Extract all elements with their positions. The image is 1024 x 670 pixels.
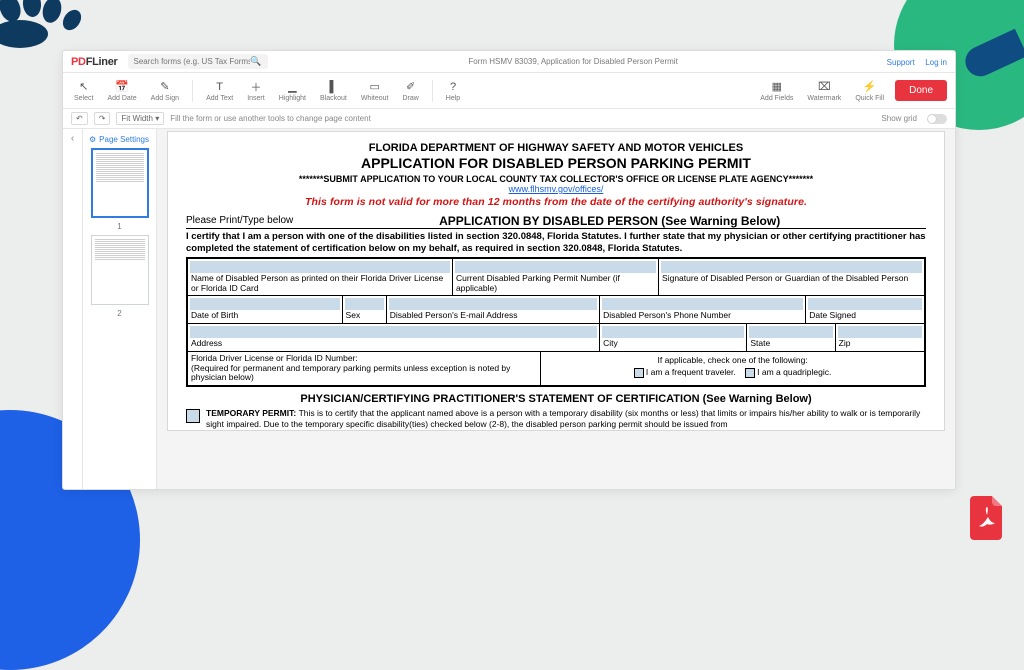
validity-warning: This form is not valid for more than 12 … [186, 196, 926, 208]
thumbnail-number: 1 [87, 222, 152, 231]
checkbox-frequent-traveler[interactable] [634, 368, 644, 378]
tool-watermark[interactable]: ⌧Watermark [804, 80, 844, 102]
tool-add-fields[interactable]: ▦Add Fields [757, 80, 796, 102]
dept-heading: FLORIDA DEPARTMENT OF HIGHWAY SAFETY AND… [186, 142, 926, 154]
check-options-heading: If applicable, check one of the followin… [545, 355, 920, 365]
form-title: APPLICATION FOR DISABLED PERSON PARKING … [186, 155, 926, 171]
section-header-row: Please Print/Type below APPLICATION BY D… [186, 214, 926, 229]
pdf-logo-icon [970, 496, 1004, 540]
tool-add-sign[interactable]: ✎Add Sign [148, 80, 182, 102]
thumbnail-page-2[interactable] [91, 235, 149, 305]
tool-help[interactable]: ?Help [443, 80, 463, 102]
physician-section-heading: PHYSICIAN/CERTIFYING PRACTITIONER'S STAT… [186, 393, 926, 405]
body: ‹ ⚙ Page Settings 1 2 FLORIDA DEPARTMENT… [63, 129, 955, 489]
cursor-icon: ↖ [77, 80, 91, 94]
tool-draw[interactable]: ✐Draw [399, 80, 421, 102]
tool-whiteout[interactable]: ▭Whiteout [358, 80, 392, 102]
separator [432, 80, 433, 102]
signature-icon: ✎ [158, 80, 172, 94]
opt1-label: I am a frequent traveler. [646, 367, 736, 377]
section1-title: APPLICATION BY DISABLED PERSON (See Warn… [293, 214, 926, 228]
show-grid-toggle[interactable] [927, 114, 947, 124]
thumbnail-number: 2 [87, 309, 152, 318]
field-dob[interactable] [190, 298, 340, 310]
done-button[interactable]: Done [895, 80, 947, 101]
tool-add-text[interactable]: TAdd Text [203, 80, 236, 102]
blackout-icon: ▌ [326, 80, 340, 94]
thumbnail-panel: ⚙ Page Settings 1 2 [83, 129, 157, 489]
search-icon: 🔍 [250, 56, 261, 67]
calendar-icon: 📅 [115, 80, 129, 94]
plus-icon: ＋ [249, 80, 263, 94]
subbar-hint: Fill the form or use another tools to ch… [170, 114, 371, 123]
offices-link[interactable]: www.flhsmv.gov/offices/ [186, 184, 926, 194]
document-viewport[interactable]: FLORIDA DEPARTMENT OF HIGHWAY SAFETY AND… [157, 129, 955, 489]
field-sex[interactable] [345, 298, 384, 310]
tool-select[interactable]: ↖Select [71, 80, 96, 102]
help-icon: ? [446, 80, 460, 94]
field-city[interactable] [602, 326, 744, 338]
pencil-icon: ✐ [404, 80, 418, 94]
undo-button[interactable]: ↶ [71, 112, 88, 125]
checkbox-quadriplegic[interactable] [745, 368, 755, 378]
tool-add-date[interactable]: 📅Add Date [104, 80, 139, 102]
subbar: ↶ ↷ Fit Width ▾ Fill the form or use ano… [63, 109, 955, 129]
tool-highlight[interactable]: ▁Highlight [276, 80, 309, 102]
bolt-icon: ⚡ [863, 80, 877, 94]
tool-blackout[interactable]: ▌Blackout [317, 80, 350, 102]
page-settings-button[interactable]: ⚙ Page Settings [89, 135, 152, 144]
document-title: Form HSMV 83039, Application for Disable… [268, 57, 879, 66]
login-link[interactable]: Log in [925, 58, 947, 67]
field-state[interactable] [749, 326, 832, 338]
highlight-icon: ▁ [285, 80, 299, 94]
watermark-icon: ⌧ [817, 80, 831, 94]
app-window: PDFLiner 🔍 Form HSMV 83039, Application … [62, 50, 956, 490]
top-links: Support Log in [879, 57, 947, 67]
search-input[interactable] [134, 57, 251, 66]
brand-logo[interactable]: PDFLiner [71, 56, 118, 68]
whiteout-icon: ▭ [368, 80, 382, 94]
tool-quick-fill[interactable]: ⚡Quick Fill [852, 80, 887, 102]
field-permit-number[interactable] [455, 261, 656, 273]
collapse-strip: ‹ [63, 129, 83, 489]
separator [192, 80, 193, 102]
search-input-wrap[interactable]: 🔍 [128, 54, 268, 69]
tool-insert[interactable]: ＋Insert [244, 80, 268, 102]
zoom-fit-select[interactable]: Fit Width ▾ [116, 112, 164, 125]
topbar: PDFLiner 🔍 Form HSMV 83039, Application … [63, 51, 955, 73]
temporary-permit-text: This is to certify that the applicant na… [206, 408, 920, 429]
support-link[interactable]: Support [887, 58, 915, 67]
toolbar: ↖Select 📅Add Date ✎Add Sign TAdd Text ＋I… [63, 73, 955, 109]
please-print-label: Please Print/Type below [186, 215, 293, 227]
temporary-permit-label: TEMPORARY PERMIT: [206, 408, 296, 418]
document-page: FLORIDA DEPARTMENT OF HIGHWAY SAFETY AND… [167, 131, 945, 431]
fields-icon: ▦ [770, 80, 784, 94]
field-zip[interactable] [838, 326, 922, 338]
gear-icon: ⚙ [89, 135, 96, 144]
field-name[interactable] [190, 261, 450, 273]
checkbox-temporary-permit[interactable] [186, 409, 200, 423]
opt2-label: I am a quadriplegic. [757, 367, 831, 377]
redo-button[interactable]: ↷ [94, 112, 111, 125]
field-signature[interactable] [661, 261, 922, 273]
temporary-permit-row: TEMPORARY PERMIT: This is to certify tha… [186, 408, 926, 430]
field-date-signed[interactable] [808, 298, 922, 310]
field-phone[interactable] [602, 298, 803, 310]
submit-instruction: *******SUBMIT APPLICATION TO YOUR LOCAL … [186, 174, 926, 184]
show-grid-label: Show grid [881, 114, 917, 123]
field-email[interactable] [389, 298, 597, 310]
thumbnail-page-1[interactable] [91, 148, 149, 218]
text-icon: T [213, 80, 227, 94]
field-address[interactable] [190, 326, 597, 338]
certification-text: I certify that I am a person with one of… [186, 231, 926, 255]
collapse-icon[interactable]: ‹ [71, 133, 74, 144]
applicant-form-table: Name of Disabled Person as printed on th… [186, 257, 926, 387]
